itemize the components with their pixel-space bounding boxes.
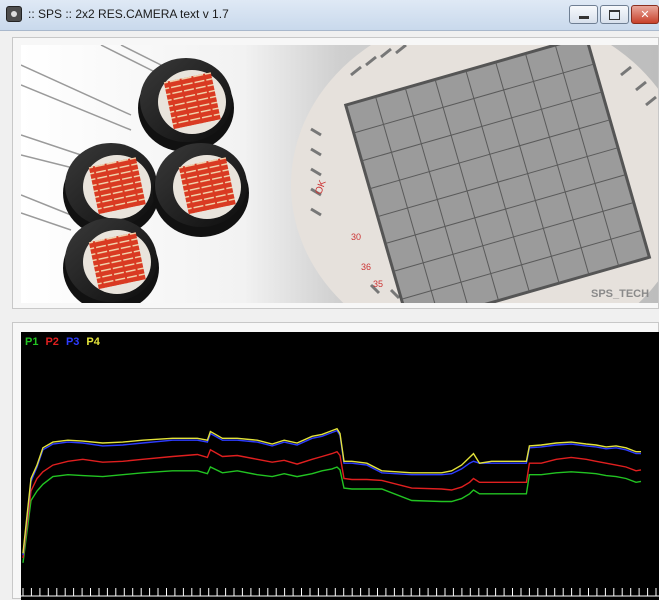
close-icon: ✕ [640,9,650,21]
pin-label-35: 35 [373,279,383,289]
image-sensor-chip: OK 30 36 35 [291,45,658,303]
maximize-button[interactable] [600,5,629,24]
window-title: :: SPS :: 2x2 RES.CAMERA text v 1.7 [28,7,229,21]
banner-illustration: OK 30 36 35 SPS_TECH [21,45,658,303]
product-banner: OK 30 36 35 SPS_TECH [21,45,658,303]
chart-legend: P1 P2 P3 P4 [25,336,107,348]
banner-panel: OK 30 36 35 SPS_TECH [12,37,659,309]
legend-p2: P2 [45,336,59,348]
legend-p4: P4 [86,336,100,348]
pin-label-36: 36 [361,262,371,272]
chart-panel: P1 P2 P3 P4 [12,322,659,600]
series-line-p4 [22,427,641,554]
series-line-p3 [22,429,641,556]
series-line-p2 [22,448,642,559]
series-line-p1 [22,466,642,563]
sensor-chart: P1 P2 P3 P4 [21,332,659,600]
photoresistor-sensors [63,58,249,303]
legend-p3: P3 [65,336,80,348]
pin-label-30: 30 [351,232,361,242]
legend-p1: P1 [25,336,39,348]
minimize-icon [578,16,589,19]
close-button[interactable]: ✕ [631,5,659,24]
watermark: SPS_TECH [591,288,649,300]
chart-plot-area [21,427,659,597]
maximize-icon [609,9,620,20]
title-bar[interactable]: :: SPS :: 2x2 RES.CAMERA text v 1.7 ✕ [0,0,659,31]
minimize-button[interactable] [569,5,598,24]
camera-icon[interactable] [6,6,22,22]
